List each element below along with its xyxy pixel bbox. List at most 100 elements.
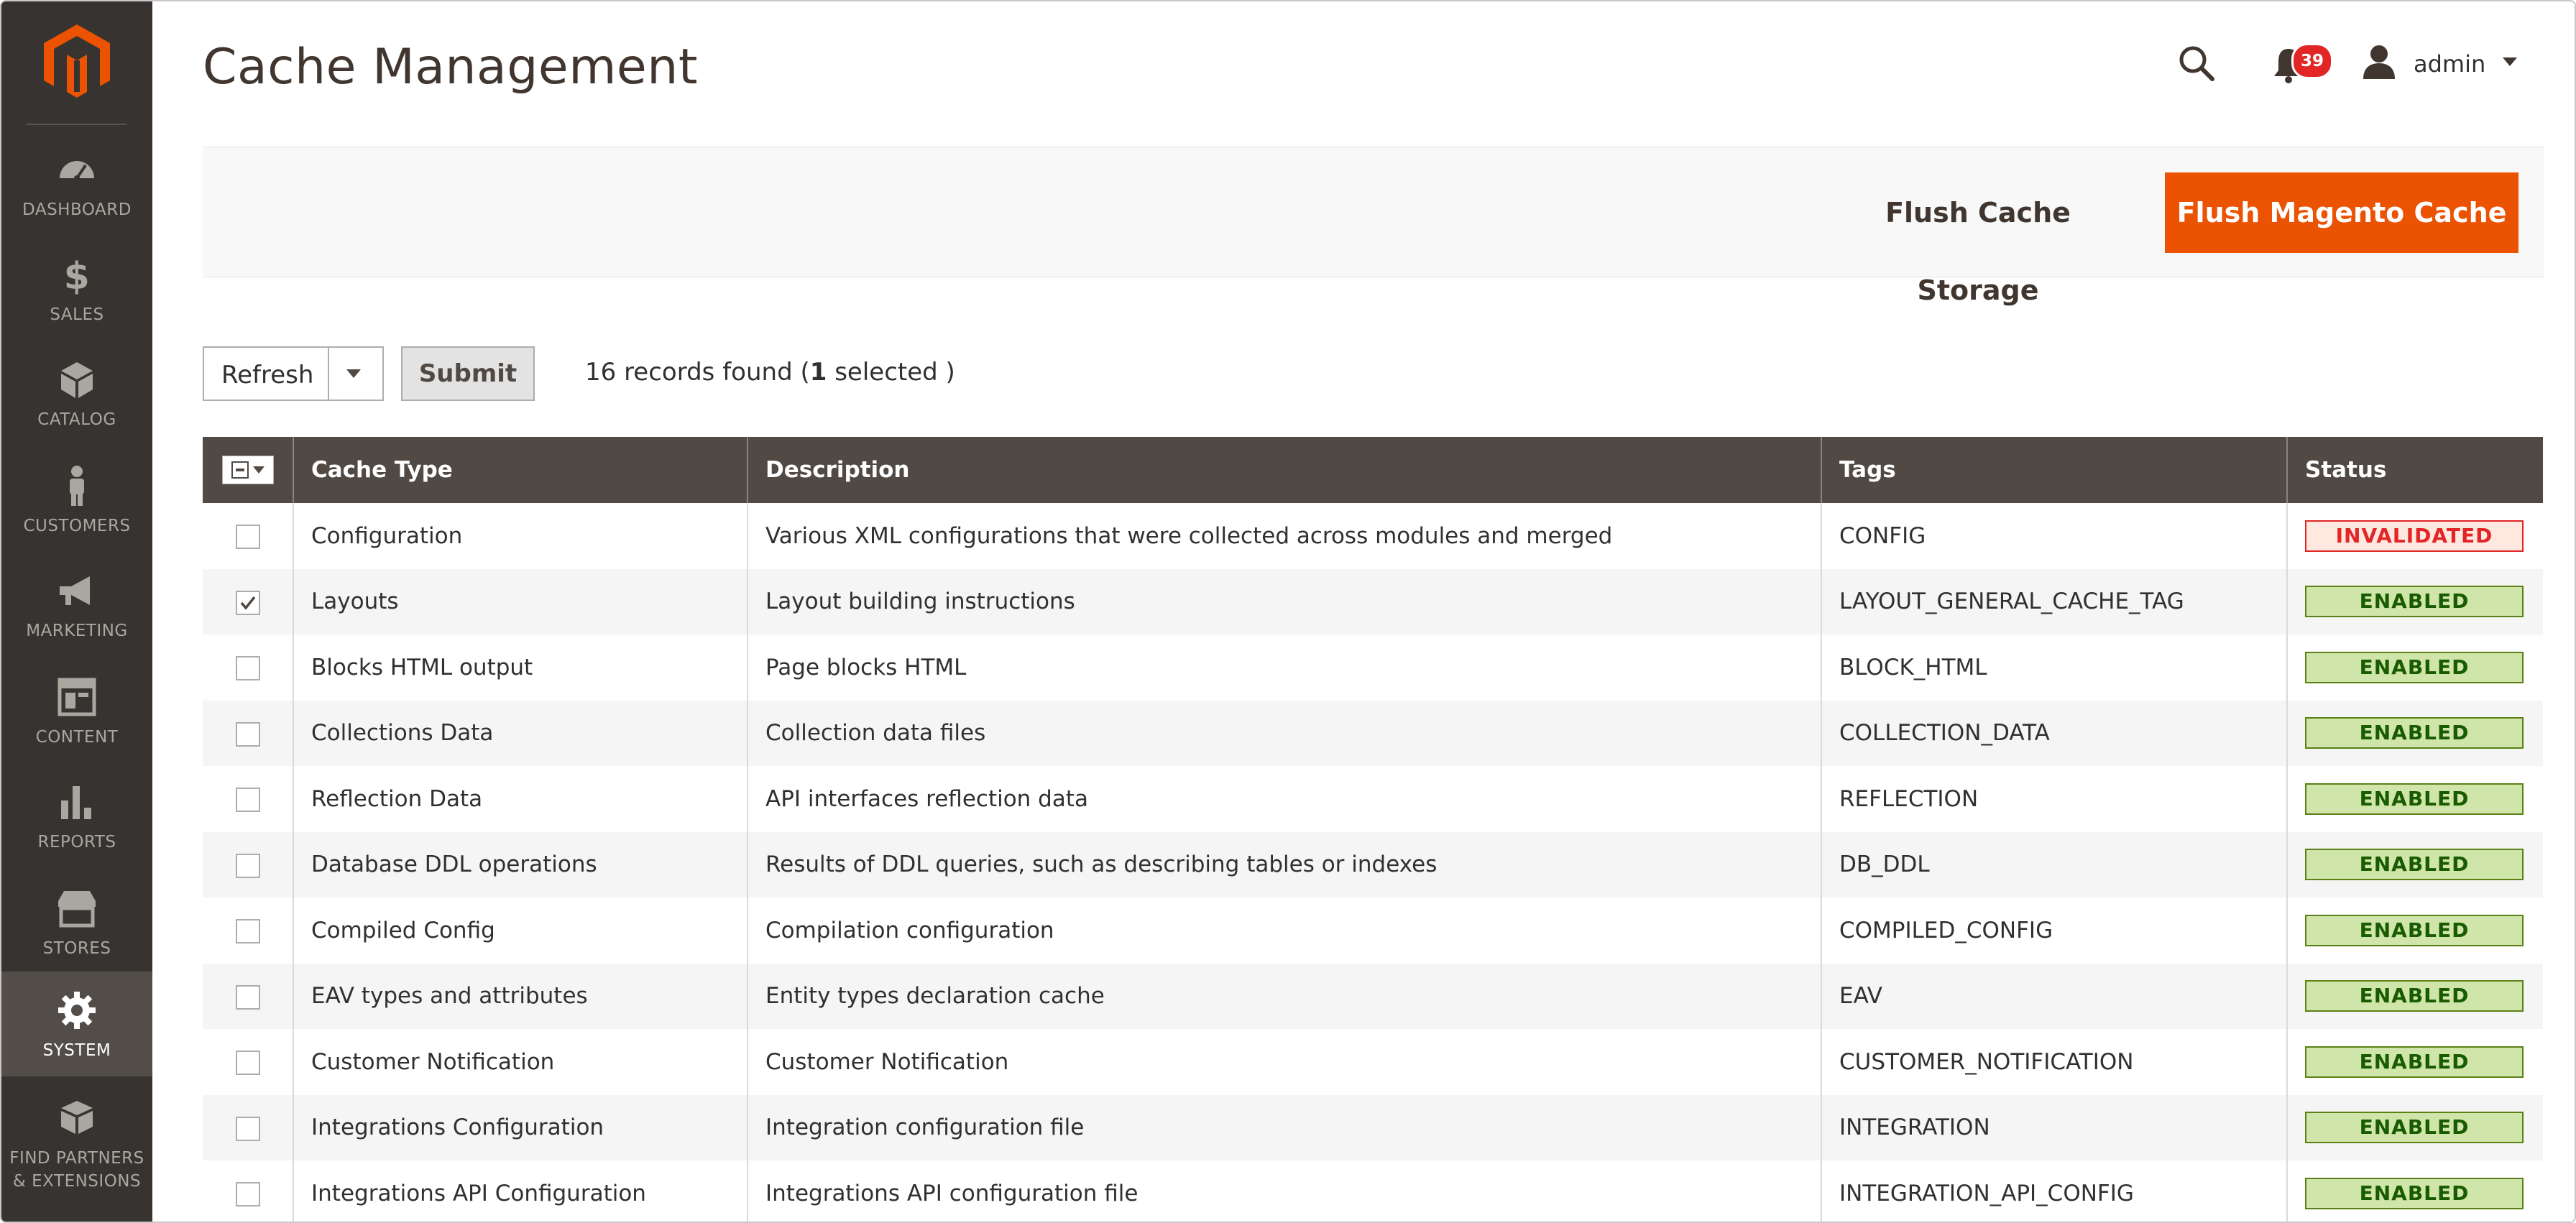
sidebar-item-system[interactable]: SYSTEM [1,972,152,1076]
mass-select-checkbox[interactable] [231,461,249,479]
row-checkbox[interactable] [235,1182,260,1206]
row-checkbox[interactable] [235,1116,260,1141]
status-cell: ENABLED [2287,568,2543,634]
tags-cell: REFLECTION [1821,766,2288,832]
status-badge: ENABLED [2305,980,2524,1012]
cache-type-cell: Collections Data [293,700,748,766]
description-cell: Customer Notification [748,1029,1822,1095]
description-cell: Page blocks HTML [748,634,1822,701]
description-cell: Integrations API configuration file [748,1160,1822,1222]
row-checkbox[interactable] [235,984,260,1010]
table-row[interactable]: Database DDL operations Results of DDL qu… [203,831,2543,897]
sidebar-item-marketing[interactable]: MARKETING [1,552,152,657]
sidebar-item-stores[interactable]: STORES [1,869,152,974]
sidebar-item-reports[interactable]: REPORTS [1,763,152,868]
sidebar-item-label: MARKETING [26,622,128,640]
table-row[interactable]: Layouts Layout building instructions LAYOU… [203,568,2543,634]
flush-magento-cache-button[interactable]: Flush Magento Cache [2165,172,2518,253]
sidebar-item-dashboard[interactable]: DASHBOARD [1,131,152,236]
app-frame: DASHBOARD $ SALES CATALOG CUSTOMERS MARK… [0,0,2576,1223]
table-row[interactable]: EAV types and attributes Entity types dec… [203,963,2543,1029]
description-cell: Entity types declaration cache [748,963,1822,1029]
row-select-cell [203,831,294,897]
magento-logo[interactable] [41,22,113,101]
row-checkbox[interactable] [235,590,260,615]
sidebar-item-label: SALES [50,305,104,324]
flush-cache-storage-button[interactable]: Flush Cache Storage [1820,174,2136,306]
sidebar-item-label: STORES [42,939,111,958]
row-select-cell [203,700,294,766]
notification-badge[interactable]: 39 [2291,43,2333,79]
user-menu-name[interactable]: admin [2414,50,2485,78]
cache-type-cell: Layouts [293,568,748,634]
chevron-down-icon[interactable] [2501,56,2518,68]
cache-type-cell: Compiled Config [293,897,748,964]
table-row[interactable]: Collections Data Collection data files COL… [203,700,2543,766]
sidebar-item-sales[interactable]: $ SALES [1,236,152,341]
description-cell: Layout building instructions [748,568,1822,634]
grid-body: Configuration Various XML configurations … [203,503,2543,1222]
tags-cell: BLOCK_HTML [1821,634,2288,701]
sidebar-item-content[interactable]: CONTENT [1,658,152,763]
row-select-cell [203,503,294,569]
cache-type-cell: Integrations Configuration [293,1094,748,1160]
tags-cell: COMPILED_CONFIG [1821,897,2288,964]
sidebar-item-label: FIND PARTNERS & EXTENSIONS [9,1149,144,1191]
table-row[interactable]: Compiled Config Compilation configuration… [203,897,2543,964]
column-header-cache-type[interactable]: Cache Type [293,437,748,503]
records-prefix: 16 records found ( [585,358,810,387]
dashboard-icon [60,161,94,181]
sidebar-item-label: CUSTOMERS [23,517,131,535]
sidebar-item-label: CATALOG [37,410,116,429]
cache-type-cell: Reflection Data [293,766,748,832]
tags-cell: LAYOUT_GENERAL_CACHE_TAG [1821,568,2288,634]
submit-button[interactable]: Submit [401,346,535,401]
svg-text:$: $ [64,255,91,296]
cache-type-cell: Customer Notification [293,1029,748,1095]
search-icon[interactable] [2176,43,2217,83]
cache-type-cell: Blocks HTML output [293,634,748,701]
status-cell: ENABLED [2287,1094,2543,1160]
user-icon[interactable] [2360,43,2398,80]
row-checkbox[interactable] [235,656,260,680]
tags-cell: DB_DDL [1821,831,2288,897]
status-cell: ENABLED [2287,1160,2543,1222]
row-select-cell [203,1160,294,1222]
chevron-down-icon [252,466,264,474]
sidebar-item-customers[interactable]: CUSTOMERS [1,447,152,552]
cache-type-cell: Database DDL operations [293,831,748,897]
table-row[interactable]: Blocks HTML output Page blocks HTML BLOCK_… [203,634,2543,701]
column-header-tags[interactable]: Tags [1821,437,2288,503]
sidebar-item-label: REPORTS [37,833,116,852]
sidebar-item-label: SYSTEM [42,1041,111,1060]
row-checkbox[interactable] [235,1051,260,1075]
boxes-icon [61,1101,93,1134]
column-header-status[interactable]: Status [2287,437,2543,503]
sidebar-item-label: DASHBOARD [22,200,132,219]
table-row[interactable]: Reflection Data API interfaces reflection… [203,766,2543,832]
mass-action-select[interactable]: Refresh [203,346,384,401]
gear-icon [58,992,96,1029]
row-checkbox[interactable] [235,853,260,878]
column-header-description[interactable]: Description [748,437,1822,503]
row-checkbox[interactable] [235,525,260,549]
table-row[interactable]: Customer Notification Customer Notificati… [203,1029,2543,1095]
sidebar-item-catalog[interactable]: CATALOG [1,341,152,446]
status-cell: INVALIDATED [2287,503,2543,569]
table-row[interactable]: Integrations API Configuration Integratio… [203,1160,2543,1222]
table-row[interactable]: Configuration Various XML configurations … [203,503,2543,569]
sidebar-item-find-partners[interactable]: FIND PARTNERS & EXTENSIONS [1,1079,152,1209]
cache-type-cell: Integrations API Configuration [293,1160,748,1222]
status-cell: ENABLED [2287,897,2543,964]
row-checkbox[interactable] [235,721,260,747]
grid-header-row: Cache Type Description Tags Status [203,437,2543,503]
table-row[interactable]: Integrations Configuration Integration co… [203,1094,2543,1160]
row-checkbox[interactable] [235,788,260,812]
row-checkbox[interactable] [235,919,260,943]
tags-cell: COLLECTION_DATA [1821,700,2288,766]
mass-select-dropdown[interactable] [221,456,274,484]
cache-type-cell: Configuration [293,503,748,569]
status-badge: INVALIDATED [2305,520,2524,552]
mass-select-header [203,437,294,503]
sidebar-item-label: CONTENT [35,728,119,747]
